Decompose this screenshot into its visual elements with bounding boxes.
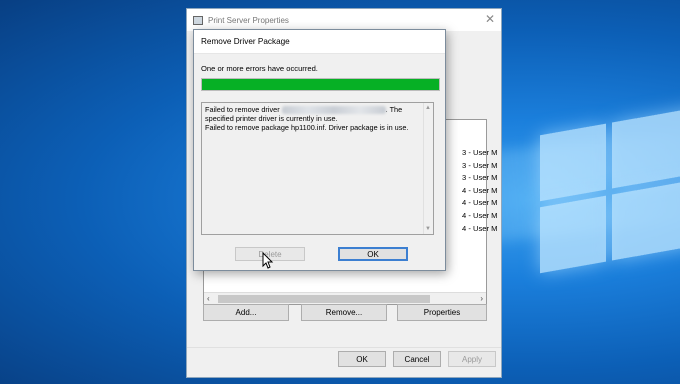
windows-logo-pane — [540, 195, 606, 274]
list-item[interactable]: 4 - User M — [462, 198, 497, 211]
cancel-button[interactable]: Cancel — [393, 351, 441, 367]
list-item[interactable]: 3 - User M — [462, 148, 497, 161]
add-button[interactable]: Add... — [203, 304, 289, 321]
dialog-title: Remove Driver Package — [201, 37, 290, 46]
scroll-up-icon[interactable]: ▲ — [425, 105, 431, 111]
scroll-right-icon[interactable]: › — [480, 294, 483, 303]
window-title: Print Server Properties — [208, 15, 289, 25]
scroll-down-icon[interactable]: ▼ — [425, 226, 431, 232]
remove-button[interactable]: Remove... — [301, 304, 387, 321]
list-item[interactable]: 4 - User M — [462, 211, 497, 224]
printer-icon — [193, 15, 203, 25]
dialog-titlebar[interactable]: Remove Driver Package — [194, 30, 445, 54]
list-item[interactable]: 3 - User M — [462, 173, 497, 186]
scroll-left-icon[interactable]: ‹ — [207, 294, 210, 303]
error-message: One or more errors have occurred. — [201, 64, 318, 73]
list-item[interactable]: 4 - User M — [462, 224, 497, 237]
windows-logo — [540, 57, 680, 303]
dialog-ok-button[interactable]: OK — [338, 247, 408, 261]
apply-button: Apply — [448, 351, 496, 367]
window-titlebar[interactable]: Print Server Properties ✕ — [187, 9, 501, 31]
progress-bar — [201, 78, 440, 91]
remove-driver-package-dialog: Remove Driver Package One or more errors… — [193, 29, 446, 271]
properties-button[interactable]: Properties — [397, 304, 487, 321]
list-item[interactable]: 3 - User M — [462, 161, 497, 174]
error-details-text: Failed to remove driver . The specified … — [205, 105, 415, 133]
windows-logo-pane — [612, 178, 680, 261]
progress-fill — [202, 79, 439, 90]
ok-button[interactable]: OK — [338, 351, 386, 367]
horizontal-scrollbar[interactable]: ‹ › — [204, 292, 486, 304]
vertical-scrollbar[interactable]: ▲ ▼ — [423, 103, 433, 234]
windows-logo-pane — [540, 123, 606, 202]
scrollbar-thumb[interactable] — [218, 295, 430, 303]
redacted-driver-name — [281, 106, 386, 115]
close-icon[interactable]: ✕ — [485, 13, 495, 25]
driver-rows: 3 - User M 3 - User M 3 - User M 4 - Use… — [462, 148, 497, 236]
windows-logo-pane — [612, 106, 680, 189]
details-line2: Failed to remove package hp1100.inf. Dri… — [205, 123, 409, 133]
mouse-pointer-icon — [262, 252, 274, 269]
details-line1-prefix: Failed to remove driver — [205, 105, 280, 114]
error-details-box[interactable]: Failed to remove driver . The specified … — [201, 102, 434, 235]
list-item[interactable]: 4 - User M — [462, 186, 497, 199]
